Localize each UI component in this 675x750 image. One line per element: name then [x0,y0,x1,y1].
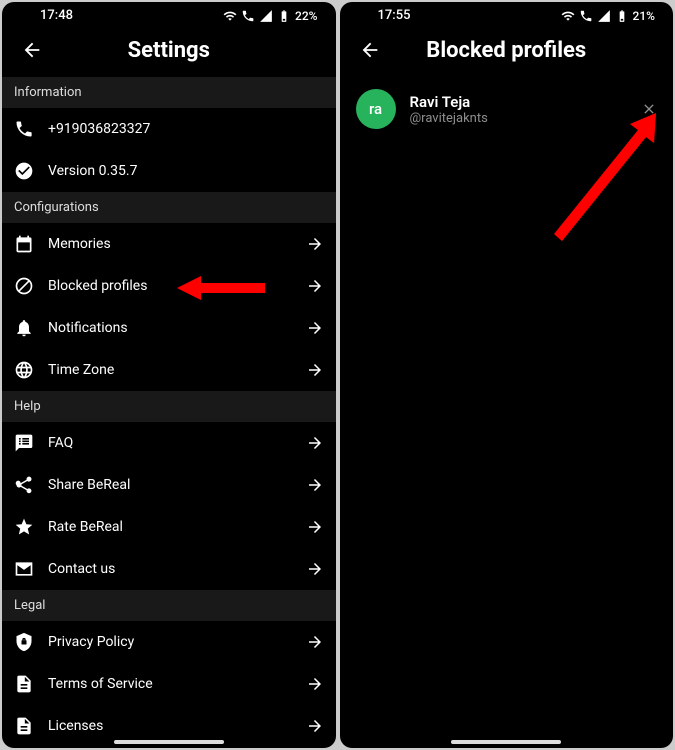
row-privacy-label: Privacy Policy [48,634,306,650]
document-icon [14,674,34,694]
row-privacy[interactable]: Privacy Policy [2,621,336,663]
wifi-icon [223,9,237,23]
cell-icon [259,9,273,23]
faq-icon [14,433,34,453]
battery-icon [615,9,629,23]
document-icon [14,716,34,736]
app-bar: Blocked profiles [340,27,674,77]
blocked-content: ra Ravi Teja @ravitejaknts [340,77,674,748]
row-timezone[interactable]: Time Zone [2,349,336,391]
profile-info: Ravi Teja @ravitejaknts [410,93,642,126]
row-rate[interactable]: Rate BeReal [2,506,336,548]
back-button[interactable] [356,39,384,61]
status-right: 22% [223,9,317,23]
page-title: Blocked profiles [426,38,586,63]
block-icon [14,276,34,296]
signal-icon [579,9,593,23]
row-faq[interactable]: FAQ [2,422,336,464]
shield-icon [14,632,34,652]
row-memories[interactable]: Memories [2,223,336,265]
profile-name: Ravi Teja [410,93,642,111]
row-phone[interactable]: +919036823327 [2,108,336,150]
star-icon [14,517,34,537]
chevron-right-icon [306,633,324,651]
chevron-right-icon [306,560,324,578]
row-phone-label: +919036823327 [48,121,324,137]
row-contact-label: Contact us [48,561,306,577]
chevron-right-icon [306,235,324,253]
section-information: Information [2,77,336,108]
avatar: ra [356,89,396,129]
status-bar: 17:55 21% [340,2,674,27]
row-share-label: Share BeReal [48,477,306,493]
battery-icon [277,9,291,23]
chevron-right-icon [306,518,324,536]
chevron-right-icon [306,717,324,735]
row-terms-label: Terms of Service [48,676,306,692]
row-licenses-label: Licenses [48,718,306,734]
signal-icon [241,9,255,23]
section-help: Help [2,391,336,422]
row-rate-label: Rate BeReal [48,519,306,535]
cell-icon [597,9,611,23]
chevron-right-icon [306,319,324,337]
phone-icon [14,119,34,139]
globe-icon [14,360,34,380]
row-version: Version 0.35.7 [2,150,336,192]
row-faq-label: FAQ [48,435,306,451]
section-legal: Legal [2,590,336,621]
row-notifications[interactable]: Notifications [2,307,336,349]
blocked-profile-row: ra Ravi Teja @ravitejaknts [340,77,674,141]
check-icon [14,161,34,181]
section-configurations: Configurations [2,192,336,223]
settings-screen: 17:48 22% Settings Information +91903682… [2,2,336,748]
row-share[interactable]: Share BeReal [2,464,336,506]
app-bar: Settings [2,27,336,77]
blocked-profiles-screen: 17:55 21% Blocked profiles ra Ravi Teja … [340,2,674,748]
status-time: 17:55 [358,8,411,23]
wifi-icon [561,9,575,23]
row-contact[interactable]: Contact us [2,548,336,590]
calendar-icon [14,234,34,254]
back-button[interactable] [18,39,46,61]
battery-pct: 21% [633,9,655,23]
row-notifications-label: Notifications [48,320,306,336]
settings-content: Information +919036823327 Version 0.35.7… [2,77,336,748]
status-time: 17:48 [20,8,73,23]
chevron-right-icon [306,434,324,452]
share-icon [14,475,34,495]
chevron-right-icon [306,361,324,379]
bell-icon [14,318,34,338]
battery-pct: 22% [295,9,317,23]
status-right: 21% [561,9,655,23]
status-bar: 17:48 22% [2,2,336,27]
chevron-right-icon [306,277,324,295]
chevron-right-icon [306,476,324,494]
row-blocked-label: Blocked profiles [48,278,306,294]
chevron-right-icon [306,675,324,693]
unblock-button[interactable] [641,101,657,117]
page-title: Settings [128,38,210,63]
mail-icon [14,559,34,579]
home-indicator[interactable] [114,740,224,744]
row-terms[interactable]: Terms of Service [2,663,336,705]
home-indicator[interactable] [451,740,561,744]
row-timezone-label: Time Zone [48,362,306,378]
row-blocked-profiles[interactable]: Blocked profiles [2,265,336,307]
row-memories-label: Memories [48,236,306,252]
row-version-label: Version 0.35.7 [48,163,324,179]
profile-handle: @ravitejaknts [410,111,642,126]
close-icon [641,101,657,117]
